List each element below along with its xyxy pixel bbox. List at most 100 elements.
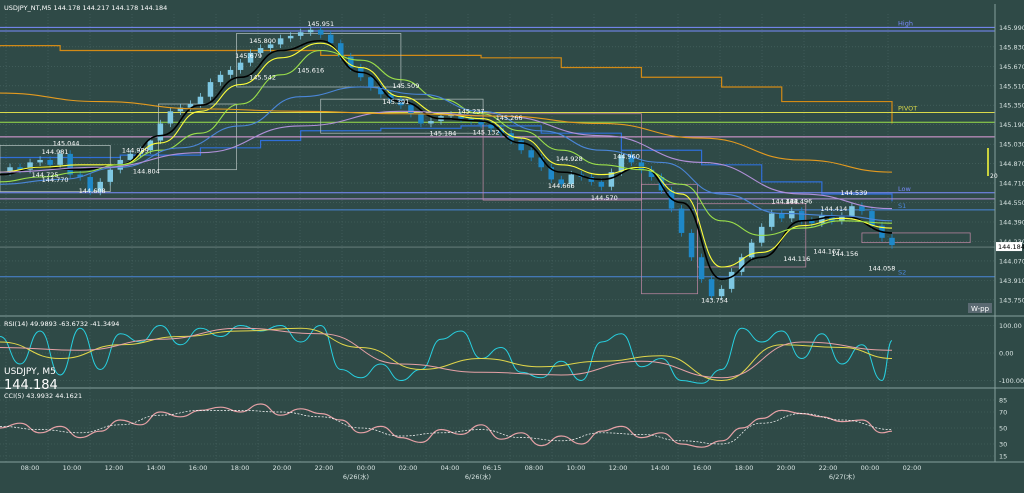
price-annotation: 145.542 (249, 74, 276, 82)
chart-canvas: High PIVOT Low S1 S2 145.951 145.800 145.679 14… (0, 4, 1024, 493)
candle-body (678, 208, 685, 233)
level-label: High (898, 19, 913, 27)
time-tick-label: 08:00 (21, 464, 40, 472)
time-tick-label: 02:00 (399, 464, 418, 472)
candle-body (799, 211, 805, 221)
time-tick-label: 04:00 (441, 464, 460, 472)
candle-body (297, 32, 304, 36)
time-tick-label: 10:00 (567, 464, 586, 472)
price-annotation: 144.928 (556, 155, 583, 163)
price-tick-label: 145.830 (999, 43, 1024, 51)
time-tick-label: 20:00 (273, 464, 292, 472)
price-annotation: 145.266 (496, 114, 523, 122)
current-price-tag: 144.184 (998, 243, 1024, 251)
candle-body (37, 159, 43, 163)
price-annotation: 144.539 (840, 189, 867, 197)
price-tick-label: 144.390 (999, 218, 1024, 226)
price-tick-label: 143.910 (999, 277, 1024, 285)
price-tick-label: 145.190 (999, 121, 1024, 129)
level-label: S2 (898, 269, 906, 277)
candle-body (277, 38, 284, 45)
candle-body (307, 29, 314, 33)
level-label: PIVOT (898, 105, 917, 113)
candle-body (849, 206, 855, 216)
oscillator-1-tick-label: -100.00 (999, 377, 1024, 385)
oscillator-2-tick-label: 50 (999, 425, 1007, 433)
price-annotation: 144.770 (42, 176, 69, 184)
price-annotation: 144.989 (122, 147, 149, 155)
oscillator-1-tick-label: 0.00 (999, 350, 1013, 358)
time-tick-label: 22:00 (315, 464, 334, 472)
price-annotation: 144.960 (613, 153, 640, 161)
candle-body (197, 96, 204, 105)
time-tick-label: 10:00 (63, 464, 82, 472)
candle-body (67, 153, 73, 175)
candle-body (107, 169, 114, 182)
price-tick-label: 143.750 (999, 296, 1024, 304)
time-tick-label: 18:00 (735, 464, 754, 472)
candle-body (638, 162, 645, 170)
candle-body (518, 140, 524, 151)
price-tick-label: 144.870 (999, 160, 1024, 168)
time-tick-label: 12:00 (609, 464, 628, 472)
price-annotation: 144.058 (869, 265, 896, 273)
candle-body (157, 123, 164, 141)
chart-window: High PIVOT Low S1 S2 145.951 145.800 145.679 14… (0, 0, 1024, 493)
price-tick-label: 145.670 (999, 63, 1024, 71)
candle-body (317, 29, 324, 35)
oscillator-2-tick-label: 70 (999, 409, 1007, 417)
oscillator-2-tick-label: 15 (999, 453, 1007, 461)
time-tick-label: 16:00 (693, 464, 712, 472)
time-tick-label: 12:00 (105, 464, 124, 472)
price-annotation: 144.414 (820, 205, 847, 213)
candle-body (688, 232, 695, 258)
candle-body (368, 77, 374, 87)
candle-body (528, 150, 534, 158)
price-annotation: 145.132 (473, 128, 500, 136)
candle-body (758, 226, 765, 243)
date-tick-label: 6/27(木) (829, 472, 855, 481)
time-tick-label: 20:00 (777, 464, 796, 472)
price-tick-label: 145.350 (999, 102, 1024, 110)
level-label: Low (898, 185, 911, 193)
chart-background (0, 4, 1024, 493)
price-annotation: 145.951 (307, 20, 334, 28)
time-tick-label: 22:00 (819, 464, 838, 472)
price-annotation: 144.570 (591, 194, 618, 202)
price-tick-label: 144.070 (999, 257, 1024, 265)
candle-body (718, 288, 725, 297)
oscillator-1-title: RSI(14) 49.9893 -63.6732 -41.3494 (4, 320, 119, 328)
level-label: S1 (898, 202, 906, 210)
candle-body (598, 181, 605, 187)
candle-body (167, 111, 174, 124)
side-marker-label: 20 (990, 173, 998, 180)
date-tick-label: 6/26(水) (465, 472, 491, 481)
oscillator-1-tick-label: 100.00 (999, 322, 1022, 330)
candle-body (728, 271, 735, 289)
price-annotation: 145.184 (430, 130, 457, 138)
candle-body (428, 121, 434, 124)
price-annotation: 145.509 (392, 82, 419, 90)
candle-body (768, 213, 775, 227)
price-annotation: 144.608 (79, 187, 106, 195)
candle-body (227, 69, 234, 75)
time-tick-label: 02:00 (903, 464, 922, 472)
price-annotation: 144.981 (42, 148, 69, 156)
candle-body (418, 113, 424, 124)
oscillator-2-tick-label: 85 (999, 397, 1007, 405)
time-tick-label: 16:00 (189, 464, 208, 472)
price-annotation: 145.679 (235, 52, 262, 60)
candle-body (127, 153, 134, 160)
price-annotation: 145.616 (297, 66, 324, 74)
price-panel-title: USDJPY_NT,M5 144.178 144.217 144.178 144… (4, 4, 167, 12)
candle-body (217, 74, 224, 83)
price-tick-label: 145.510 (999, 82, 1024, 90)
price-annotation: 144.666 (548, 182, 575, 190)
time-tick-label: 00:00 (861, 464, 880, 472)
price-annotation: 143.754 (701, 296, 728, 304)
price-tick-label: 144.550 (999, 199, 1024, 207)
price-annotation: 145.800 (249, 37, 276, 45)
candle-body (789, 211, 795, 219)
candle-body (869, 211, 875, 226)
candle-body (708, 279, 715, 297)
